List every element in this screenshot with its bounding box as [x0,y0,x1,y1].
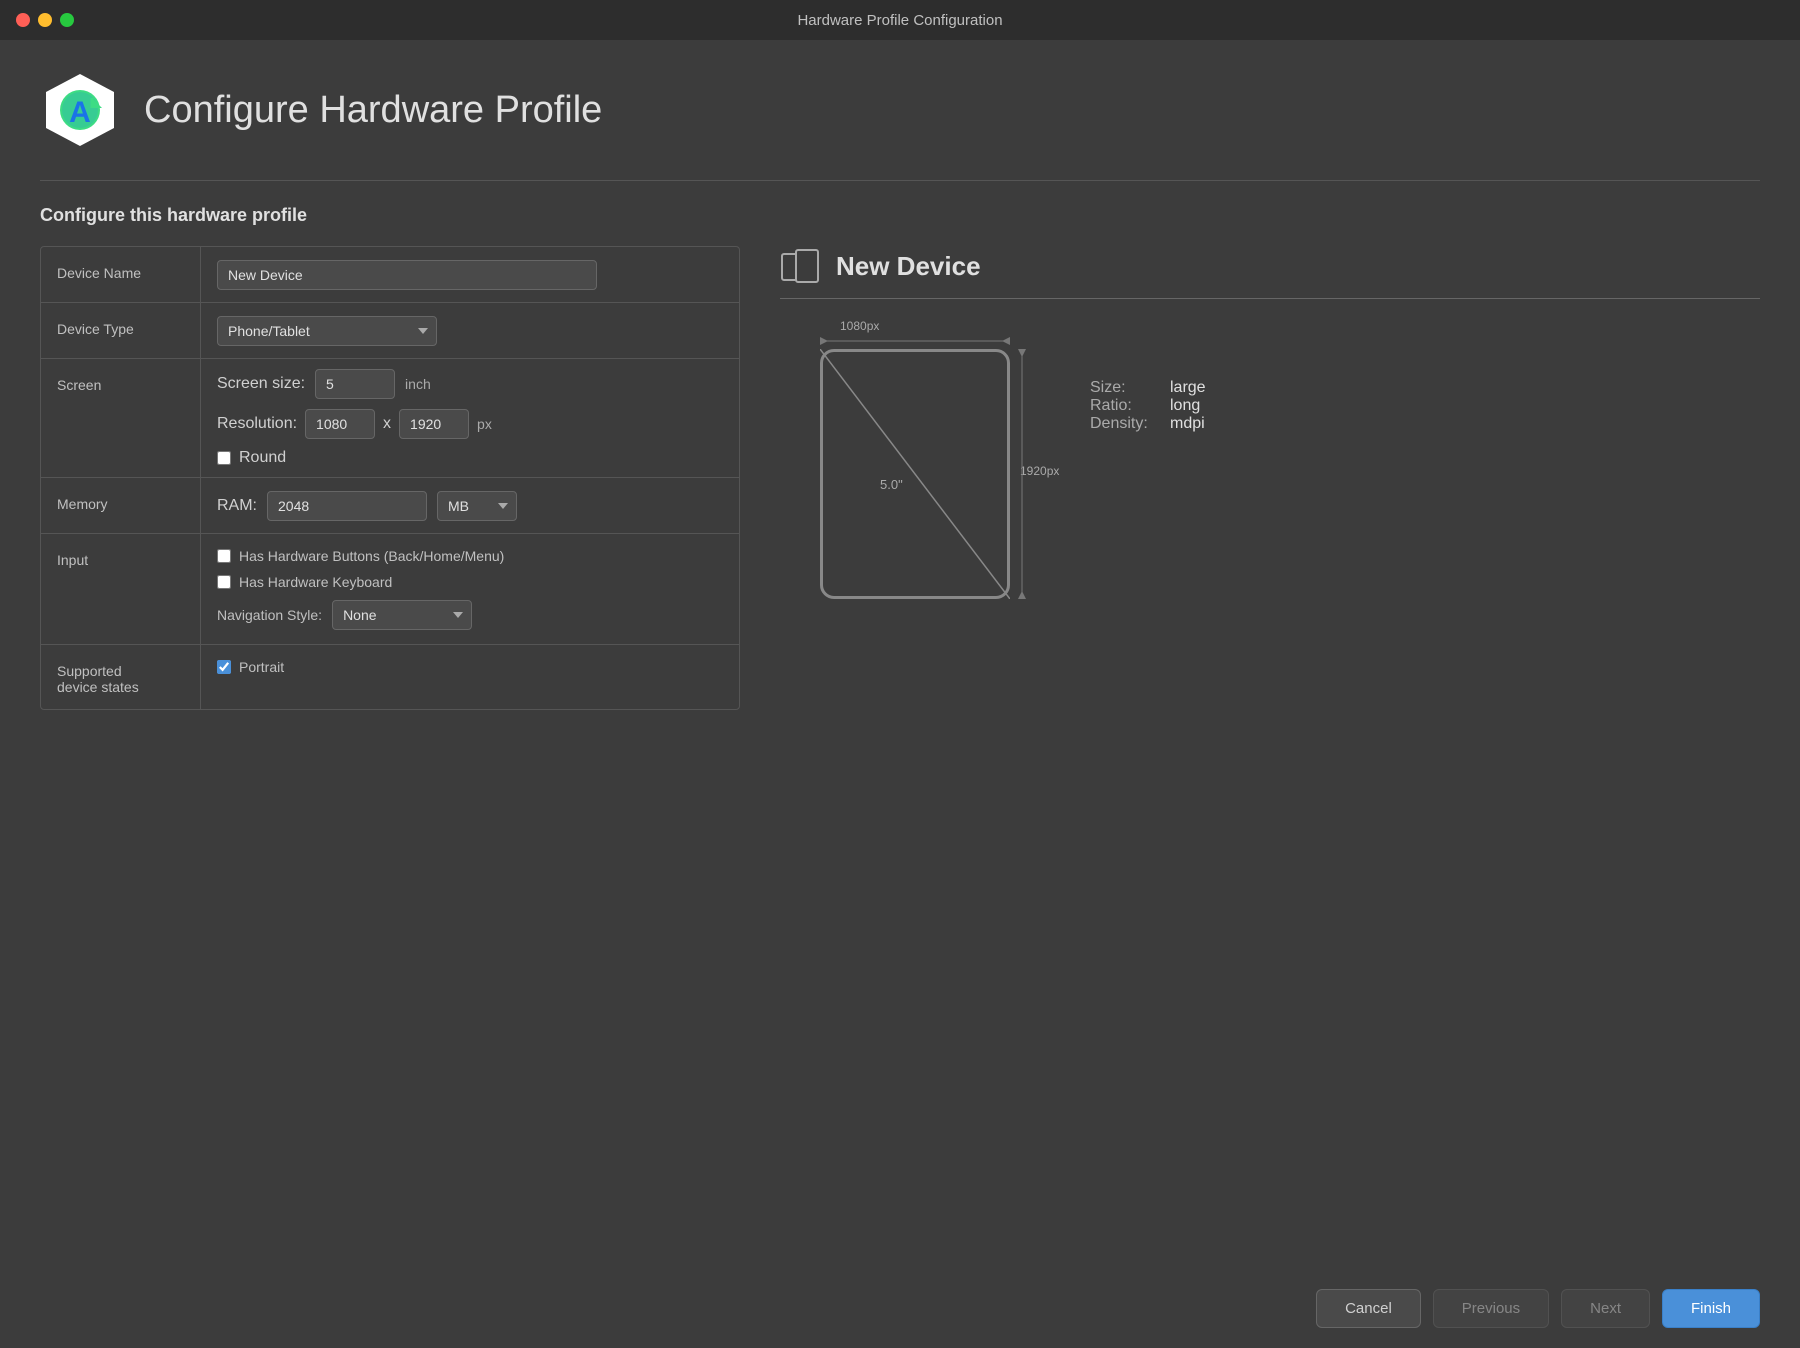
diagonal-label: 5.0" [880,477,903,492]
round-line: Round [217,449,286,467]
device-specs: Size: large Ratio: long Density: mdpi [1090,319,1206,433]
close-button[interactable] [16,13,30,27]
device-diagram: 1080px 1920px [780,319,1060,629]
next-button[interactable]: Next [1561,1289,1650,1328]
diagonal-line [820,349,1010,599]
ram-label: RAM: [217,497,257,515]
resolution-x-input[interactable] [305,409,375,439]
svg-text:A: A [69,96,91,129]
hardware-buttons-label: Has Hardware Buttons (Back/Home/Menu) [239,548,504,564]
portrait-label: Portrait [239,659,284,675]
device-preview-icon [780,246,820,286]
form-panel: Device Name Device Type Phone/Tablet TV … [40,246,740,1249]
header-divider [40,180,1760,181]
titlebar: Hardware Profile Configuration [0,0,1800,40]
preview-panel: New Device 1080px [780,246,1760,1249]
main-content: A Configure Hardware Profile Configure t… [0,40,1800,1269]
width-label: 1080px [840,319,879,333]
portrait-line: Portrait [217,659,284,675]
maximize-button[interactable] [60,13,74,27]
input-field: Has Hardware Buttons (Back/Home/Menu) Ha… [201,534,739,644]
section-title: Configure this hardware profile [40,205,1760,226]
device-type-row: Device Type Phone/Tablet TV Wear OS Desk… [41,303,739,359]
screen-size-unit: inch [405,376,431,392]
device-name-field [201,247,739,302]
hardware-keyboard-checkbox[interactable] [217,575,231,589]
memory-row: Memory RAM: MB GB [41,478,739,534]
screen-size-line: Screen size: inch [217,369,431,399]
hardware-keyboard-label: Has Hardware Keyboard [239,574,392,590]
size-spec: Size: large [1090,379,1206,397]
ram-unit-select[interactable]: MB GB [437,491,517,521]
traffic-lights [16,13,74,27]
screen-field: Screen size: inch Resolution: x px [201,359,739,477]
resolution-label: Resolution: [217,415,297,433]
resolution-line: Resolution: x px [217,409,492,439]
device-type-field: Phone/Tablet TV Wear OS Desktop [201,303,739,358]
density-spec: Density: mdpi [1090,415,1206,433]
device-type-label: Device Type [41,303,201,358]
preview-header: New Device [780,246,1760,299]
density-spec-label: Density: [1090,415,1150,433]
supported-states-label: Supported device states [41,645,201,709]
nav-style-line: Navigation Style: None Gesture 3-Button [217,600,472,630]
cancel-button[interactable]: Cancel [1316,1289,1421,1328]
header-section: A Configure Hardware Profile [40,70,1760,150]
memory-field: RAM: MB GB [201,478,739,533]
resolution-y-input[interactable] [399,409,469,439]
memory-label: Memory [41,478,201,533]
app-logo: A [40,70,120,150]
device-name-row: Device Name [41,247,739,303]
device-name-input[interactable] [217,260,597,290]
height-arrow [1014,349,1030,599]
content-area: Device Name Device Type Phone/Tablet TV … [40,246,1760,1249]
minimize-button[interactable] [38,13,52,27]
screen-label: Screen [41,359,201,477]
ratio-spec-label: Ratio: [1090,397,1150,415]
resolution-x-unit: x [383,415,391,433]
resolution-unit: px [477,416,492,432]
round-label: Round [239,449,286,467]
previous-button[interactable]: Previous [1433,1289,1549,1328]
window-title: Hardware Profile Configuration [797,12,1002,29]
device-type-select[interactable]: Phone/Tablet TV Wear OS Desktop [217,316,437,346]
device-name-label: Device Name [41,247,201,302]
size-spec-value: large [1170,379,1206,397]
size-spec-label: Size: [1090,379,1150,397]
hardware-buttons-line: Has Hardware Buttons (Back/Home/Menu) [217,548,504,564]
density-spec-value: mdpi [1170,415,1205,433]
preview-device-name: New Device [836,251,981,282]
input-row: Input Has Hardware Buttons (Back/Home/Me… [41,534,739,645]
supported-states-row: Supported device states Portrait [41,645,739,709]
screen-row: Screen Screen size: inch Resolution: x [41,359,739,478]
ram-input[interactable] [267,491,427,521]
ratio-spec: Ratio: long [1090,397,1206,415]
nav-style-label: Navigation Style: [217,607,322,623]
preview-body: 1080px 1920px [780,319,1760,629]
form-table: Device Name Device Type Phone/Tablet TV … [40,246,740,710]
screen-size-label: Screen size: [217,375,305,393]
page-title: Configure Hardware Profile [144,89,602,132]
round-checkbox[interactable] [217,451,231,465]
hardware-buttons-checkbox[interactable] [217,549,231,563]
width-arrow [820,333,1020,349]
finish-button[interactable]: Finish [1662,1289,1760,1328]
ratio-spec-value: long [1170,397,1200,415]
nav-style-select[interactable]: None Gesture 3-Button [332,600,472,630]
input-label: Input [41,534,201,644]
portrait-checkbox[interactable] [217,660,231,674]
supported-states-field: Portrait [201,645,739,709]
footer: Cancel Previous Next Finish [0,1269,1800,1348]
hardware-keyboard-line: Has Hardware Keyboard [217,574,392,590]
screen-size-input[interactable] [315,369,395,399]
